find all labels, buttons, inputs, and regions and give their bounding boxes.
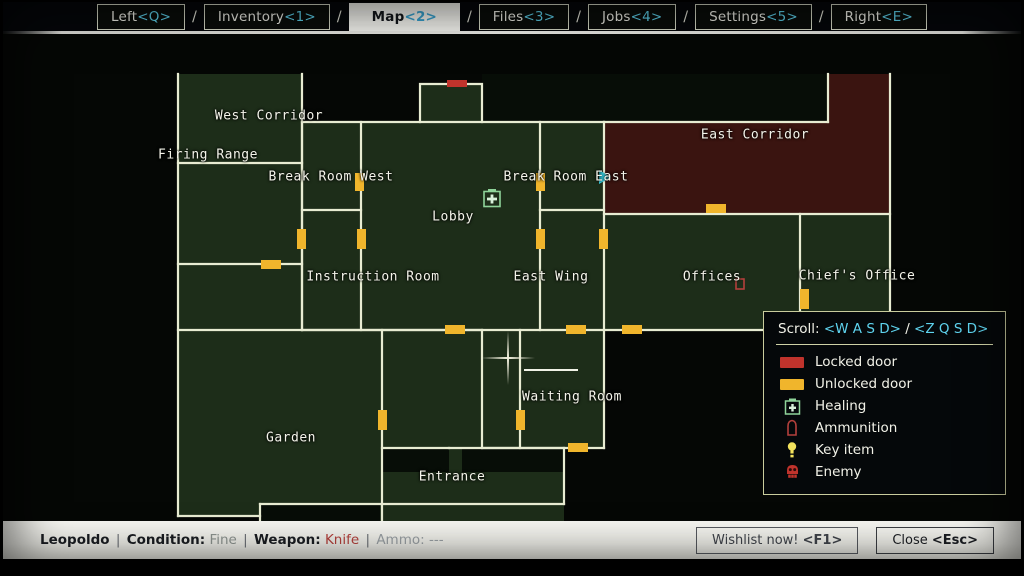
wishlist-label: Wishlist now! [712, 532, 803, 548]
wishlist-button[interactable]: Wishlist now! <F1> [696, 526, 859, 554]
legend-scroll-divider: / [900, 321, 915, 337]
legend-item-enemy: Enemy [776, 461, 993, 483]
close-label: Close [892, 532, 932, 548]
tab-jobs[interactable]: Jobs <4> [587, 3, 677, 30]
top-tab-bar: Left <Q> / Inventory <1> / Map <2> / Files <3>… [0, 0, 1024, 33]
tab-inventory-key: <1> [284, 8, 316, 25]
screen-edge-left [0, 0, 3, 576]
screen-edge-top [0, 0, 1024, 2]
legend-scroll-hint: Scroll: <W A S D> / <Z Q S D> [776, 320, 993, 344]
legend-item-key-item: Key item [776, 439, 993, 461]
condition-value: Fine [209, 532, 237, 548]
unlocked-door-icon [779, 378, 805, 390]
locked-door-icon [779, 356, 805, 368]
wishlist-key: <F1> [802, 532, 843, 548]
legend-scroll-keys-zqsd: <Z Q S D> [914, 321, 989, 337]
close-key: <Esc> [931, 532, 978, 548]
legend-label-key-item: Key item [815, 442, 875, 458]
tab-files-key: <3> [523, 8, 556, 25]
tab-separator: / [336, 8, 342, 25]
tab-map-key: <2> [404, 8, 438, 25]
key-item-icon [779, 441, 805, 459]
map-legend-panel: Scroll: <W A S D> / <Z Q S D> Locked doo… [763, 311, 1006, 495]
legend-label-ammunition: Ammunition [815, 420, 898, 436]
ammo-label: Ammo: [376, 532, 425, 548]
tab-settings-label: Settings [709, 8, 767, 25]
tab-right[interactable]: Right <E> [830, 3, 927, 30]
healing-icon [779, 397, 805, 415]
legend-item-healing: Healing [776, 395, 993, 417]
weapon-label: Weapon: [254, 532, 321, 548]
tab-separator: / [818, 8, 824, 25]
tab-map-label: Map [371, 8, 405, 25]
tab-jobs-label: Jobs [601, 8, 631, 25]
tab-separator: / [467, 8, 472, 25]
game-screen: Left <Q> / Inventory <1> / Map <2> / Files <3>… [0, 0, 1024, 576]
legend-label-unlocked-door: Unlocked door [815, 376, 913, 392]
tab-left-key: <Q> [137, 8, 172, 25]
enemy-icon [779, 463, 805, 481]
tab-inventory[interactable]: Inventory <1> [203, 3, 330, 30]
legend-item-ammunition: Ammunition [776, 417, 993, 439]
legend-item-unlocked-door: Unlocked door [776, 373, 993, 395]
legend-divider [776, 344, 993, 345]
legend-label-enemy: Enemy [815, 464, 862, 480]
legend-label-locked-door: Locked door [815, 354, 898, 370]
status-separator-1: | [115, 532, 121, 548]
tab-separator: / [192, 8, 197, 25]
bottom-status-bar: Leopoldo | Condition: Fine | Weapon: Kni… [0, 521, 1024, 559]
legend-scroll-prefix: Scroll: [778, 321, 824, 337]
tab-right-label: Right [844, 8, 882, 25]
tab-files[interactable]: Files <3> [478, 3, 570, 30]
tab-inventory-label: Inventory [217, 8, 285, 25]
tab-left-label: Left [111, 8, 138, 25]
tab-bar-underline [0, 31, 1024, 34]
tab-files-label: Files [492, 8, 524, 25]
tab-right-key: <E> [881, 8, 913, 25]
tab-map[interactable]: Map <2> [348, 2, 461, 31]
screen-edge-bottom [0, 559, 1024, 576]
legend-scroll-keys-wasd: <W A S D> [823, 321, 901, 337]
weapon-value: Knife [324, 532, 360, 548]
tab-separator: / [683, 8, 689, 25]
tab-jobs-key: <4> [630, 8, 663, 25]
tab-settings-key: <5> [766, 8, 798, 25]
character-name: Leopoldo [40, 532, 110, 548]
condition-label: Condition: [126, 532, 206, 548]
status-separator-2: | [243, 532, 248, 548]
legend-item-locked-door: Locked door [776, 351, 993, 373]
ammunition-icon [779, 419, 805, 437]
player-status: Leopoldo | Condition: Fine | Weapon: Kni… [40, 532, 444, 548]
status-separator-3: | [365, 532, 371, 548]
tab-separator: / [576, 8, 581, 25]
bottom-buttons: Wishlist now! <F1> Close <Esc> [696, 526, 994, 554]
tab-settings[interactable]: Settings <5> [695, 3, 812, 30]
close-button[interactable]: Close <Esc> [876, 526, 994, 554]
legend-label-healing: Healing [815, 398, 867, 414]
tab-left[interactable]: Left <Q> [97, 3, 186, 30]
ammo-value: --- [428, 532, 444, 548]
